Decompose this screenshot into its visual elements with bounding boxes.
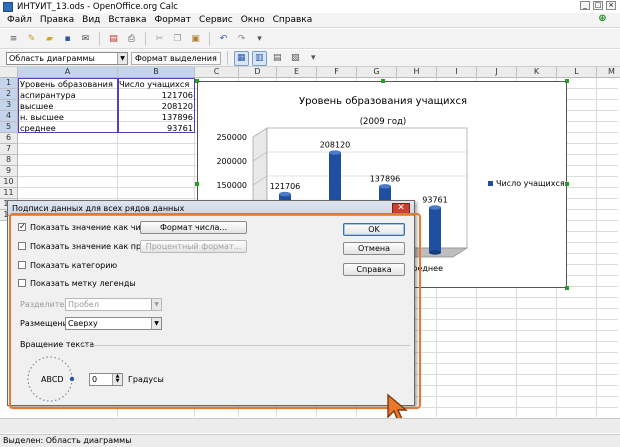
new-icon[interactable]: ✎ [24,31,39,46]
row-header[interactable]: 11 [0,188,18,199]
data-label: 121706 [270,182,301,191]
row-header[interactable]: 8 [0,155,18,166]
redo-icon[interactable]: ↷ [234,31,249,46]
menu-edit[interactable]: Правка [36,15,78,25]
chart-bar-base [429,250,441,255]
chart-element-combo[interactable]: Область диаграммы ▼ [6,51,128,65]
toolbar-overflow-icon[interactable]: ▾ [252,31,267,46]
legend-icon[interactable]: ▧ [288,51,303,66]
paste-icon[interactable]: ▣ [188,31,203,46]
row-header[interactable]: 2 [0,89,18,100]
row-header[interactable]: 3 [0,100,18,111]
legend-swatch [488,181,493,186]
row-header[interactable]: 7 [0,144,18,155]
menu-bar: Файл Правка Вид Вставка Формат Сервис Ок… [0,13,620,28]
grid-column-line [596,78,597,417]
close-document-icon[interactable]: ⊕ [597,14,608,25]
data-label: 208120 [320,141,351,150]
menu-window[interactable]: Окно [237,15,269,25]
toolbar-menu-icon[interactable]: ≡ [6,31,21,46]
toolbar-separator [99,31,100,46]
highlight-frame [9,213,421,409]
cut-icon[interactable]: ✂ [152,31,167,46]
y-tick-label: 150000 [216,181,247,190]
status-text: Выделен: Область диаграммы [3,436,132,445]
title-bar: ИНТУИТ_13.ods - OpenOffice.org Calc _ □ … [0,0,620,13]
column-header-i[interactable]: I [437,67,477,78]
menu-format[interactable]: Формат [151,15,196,25]
category-range-highlight [18,78,118,133]
column-header-a[interactable]: A [18,67,118,78]
row-header[interactable]: 1 [0,78,18,89]
chevron-down-icon[interactable]: ▼ [117,52,127,64]
data-table-icon[interactable]: ▥ [251,50,267,66]
row-header[interactable]: 4 [0,111,18,122]
row-header[interactable]: 5 [0,122,18,133]
copy-icon[interactable]: ❐ [170,31,185,46]
column-header-j[interactable]: J [477,67,517,78]
export-pdf-icon[interactable]: ▤ [106,31,121,46]
window-buttons: _ □ × [580,1,616,10]
menu-file[interactable]: Файл [3,15,36,25]
menu-help[interactable]: Справка [269,15,317,25]
toolbar-separator [209,31,210,46]
status-bar: Выделен: Область диаграммы [0,434,620,447]
column-header-e[interactable]: E [277,67,317,78]
y-tick-label: 250000 [216,133,247,142]
toolbar-separator [226,51,228,65]
chart-subtitle: (2009 год) [360,117,407,127]
standard-toolbar: ≡ ✎ ▰ ▪ ✉ ▤ ⎙ ✂ ❐ ▣ ↶ ↷ ▾ [0,29,620,49]
value-range-highlight [118,78,195,133]
row-header[interactable]: 9 [0,166,18,177]
email-icon[interactable]: ✉ [78,31,93,46]
row-header[interactable]: 10 [0,177,18,188]
column-header-l[interactable]: L [557,67,597,78]
maximize-button[interactable]: □ [593,1,603,10]
window-title: ИНТУИТ_13.ods - OpenOffice.org Calc [17,1,178,12]
minimize-button[interactable]: _ [580,1,590,10]
chart-element-combo-value: Область диаграммы [9,53,95,63]
menu-insert[interactable]: Вставка [104,15,150,25]
format-selection-button[interactable]: Формат выделения [131,51,221,65]
column-header-c[interactable]: C [195,67,239,78]
row-header[interactable]: 6 [0,133,18,144]
y-tick-label: 200000 [216,157,247,166]
close-window-button[interactable]: × [606,1,616,10]
column-header-h[interactable]: H [397,67,437,78]
data-label: 137896 [370,174,401,183]
chart-type-icon[interactable]: ▦ [233,50,249,66]
chart-bar-cap [329,150,341,155]
print-icon[interactable]: ⎙ [124,31,139,46]
open-folder-icon[interactable]: ▰ [42,31,57,46]
column-header-m[interactable]: M [597,67,620,78]
grid-lines-icon[interactable]: ▤ [270,51,285,66]
corner-select-all[interactable] [0,67,18,78]
toolbar-separator [145,31,146,46]
chart-toolbar: Область диаграммы ▼ Формат выделения ▦ ▥… [0,50,620,67]
column-header-b[interactable]: B [118,67,195,78]
sheet-tabs-bar [0,418,620,433]
chart-bar-cap [379,184,391,189]
chart-title: Уровень образования учащихся [299,96,467,107]
column-header-f[interactable]: F [317,67,357,78]
save-icon[interactable]: ▪ [60,31,75,46]
menu-tools[interactable]: Сервис [195,15,237,25]
column-header-g[interactable]: G [357,67,397,78]
menu-view[interactable]: Вид [78,15,104,25]
chart-bar [429,207,441,253]
column-header-k[interactable]: K [517,67,557,78]
calc-app-icon [3,1,13,12]
legend-label: Число учащихся [496,179,565,188]
data-label: 93761 [422,195,447,204]
chart-bar-cap [429,205,441,210]
chart-bar-cap [279,191,291,197]
toolbar2-overflow-icon[interactable]: ▾ [306,51,321,66]
undo-icon[interactable]: ↶ [216,31,231,46]
column-header-d[interactable]: D [239,67,277,78]
